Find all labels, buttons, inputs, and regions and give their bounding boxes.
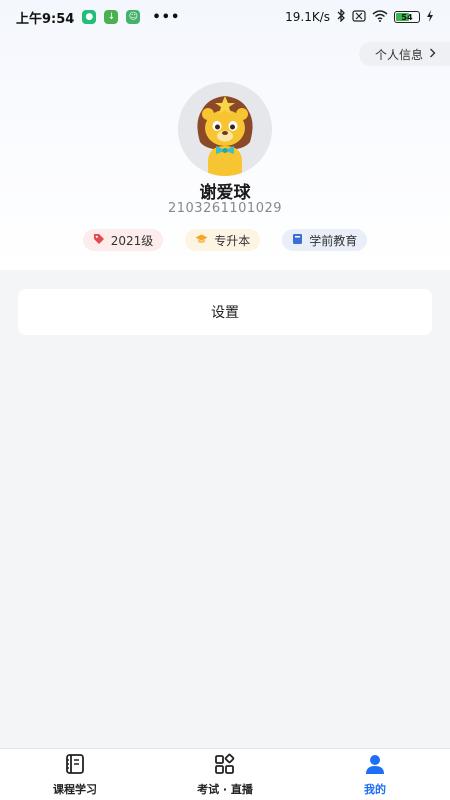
status-time: 上午9:54 <box>16 11 75 27</box>
notebook-icon <box>64 753 86 778</box>
status-bar: 上午9:54 ● ↓ ☺ ••• 19.1K/s 54 <box>0 0 450 34</box>
profile-header: 个人信息 谢爱球 2103261101029 2021级 专升本 学前教育 <box>0 0 450 270</box>
more-notifications-icon: ••• <box>152 9 181 25</box>
lion-avatar-icon <box>178 82 272 176</box>
tab-exam-live-label: 考试 · 直播 <box>197 782 253 796</box>
download-notification-icon: ↓ <box>104 10 119 24</box>
book-icon <box>292 233 303 248</box>
tab-mine-label: 我的 <box>364 782 386 796</box>
user-name: 谢爱球 <box>199 183 251 203</box>
tab-mine[interactable]: 我的 <box>300 749 450 800</box>
bluetooth-icon <box>336 8 346 25</box>
wifi-icon <box>372 9 388 25</box>
graduation-cap-icon <box>195 233 208 248</box>
student-id: 2103261101029 <box>167 201 283 216</box>
battery-level: 54 <box>401 12 413 22</box>
tab-course-study-label: 课程学习 <box>53 782 97 796</box>
battery-icon: 54 <box>394 11 420 23</box>
level-tag: 专升本 <box>185 229 261 251</box>
major-tag: 学前教育 <box>282 229 368 251</box>
personal-info-button[interactable]: 个人信息 <box>358 42 450 66</box>
grade-tag: 2021级 <box>82 229 164 251</box>
charging-icon <box>426 9 434 25</box>
settings-button[interactable]: 设置 <box>18 289 432 335</box>
tab-course-study[interactable]: 课程学习 <box>0 749 150 800</box>
app-notification-icon: ☺ <box>126 10 141 24</box>
chevron-right-icon <box>429 47 436 61</box>
profile-tags: 2021级 专升本 学前教育 <box>0 229 450 251</box>
grade-tag-label: 2021级 <box>110 233 154 248</box>
avatar[interactable] <box>178 82 272 176</box>
user-icon <box>364 753 386 778</box>
personal-info-label: 个人信息 <box>374 47 423 62</box>
network-speed: 19.1K/s <box>285 10 330 24</box>
tab-exam-live[interactable]: 考试 · 直播 <box>150 749 300 800</box>
sim-off-icon <box>352 9 366 25</box>
level-tag-label: 专升本 <box>214 233 251 248</box>
major-tag-label: 学前教育 <box>309 233 358 248</box>
wechat-notification-icon: ● <box>82 10 97 24</box>
bottom-tab-bar: 课程学习 考试 · 直播 我的 <box>0 748 450 800</box>
price-tag-icon <box>93 233 105 248</box>
apps-icon <box>214 753 236 778</box>
settings-label: 设置 <box>211 305 239 321</box>
